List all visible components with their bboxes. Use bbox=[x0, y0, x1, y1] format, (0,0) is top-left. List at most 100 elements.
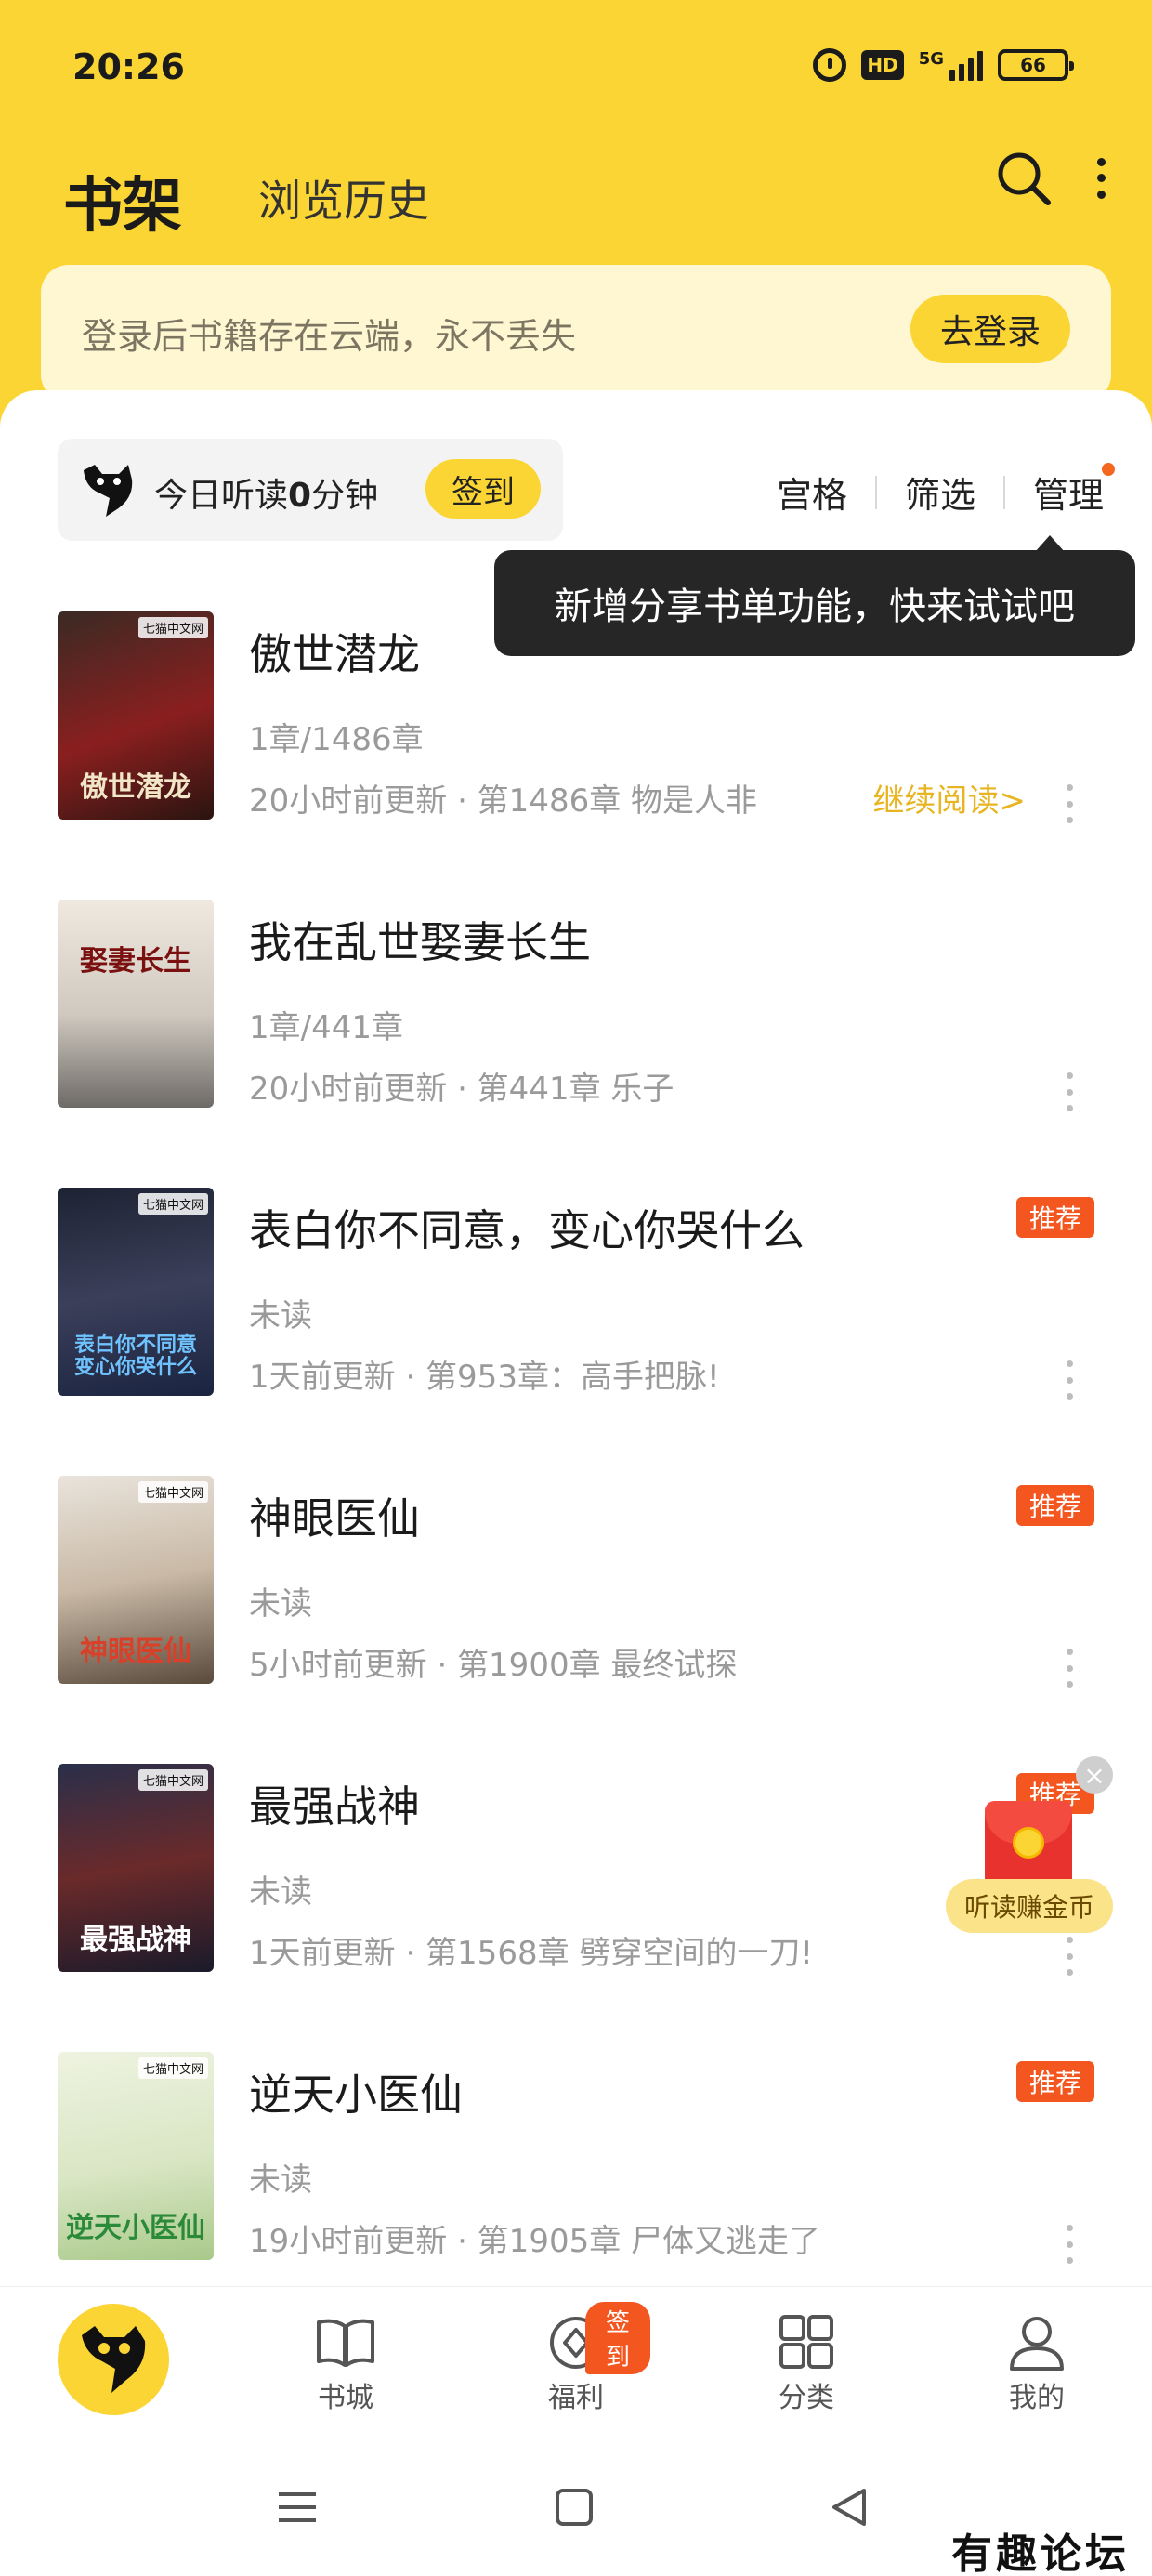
book-progress: 未读 bbox=[249, 1585, 312, 1623]
cover-brand: 七猫中文网 bbox=[137, 617, 208, 638]
book-title[interactable]: 神眼医仙 bbox=[249, 1485, 420, 1546]
cover-title: 逆天小医仙 bbox=[66, 2212, 205, 2244]
book-cover[interactable]: 七猫中文网 逆天小医仙 bbox=[58, 2052, 214, 2260]
book-more-icon[interactable] bbox=[1065, 1360, 1074, 1400]
book-title[interactable]: 傲世潜龙 bbox=[249, 621, 420, 682]
continue-reading-link[interactable]: 继续阅读> bbox=[873, 775, 1027, 821]
listen-today-box: 今日听读0分钟 签到 bbox=[58, 439, 563, 541]
seven-cats-logo-icon bbox=[82, 2326, 146, 2393]
listen-today-text: 今日听读0分钟 bbox=[154, 477, 379, 515]
book-title[interactable]: 我在乱世娶妻长生 bbox=[249, 909, 591, 970]
recommend-badge: 推荐 bbox=[1016, 2061, 1094, 2102]
tab-bookshelf[interactable]: 书架 bbox=[63, 158, 182, 243]
divider bbox=[874, 475, 877, 509]
shelf-toolbar: 宫格 筛选 管理 bbox=[777, 463, 1115, 518]
watermark: 有趣论坛 bbox=[951, 2530, 1130, 2576]
cover-title: 最强战神 bbox=[80, 1924, 191, 1956]
book-update-info: 5小时前更新 · 第1900章 最终试探 bbox=[249, 1647, 738, 1684]
login-banner-text: 登录后书籍存在云端，永不丢失 bbox=[82, 316, 577, 357]
book-more-icon[interactable] bbox=[1065, 1072, 1074, 1111]
book-progress: 未读 bbox=[249, 1297, 312, 1334]
book-item[interactable]: 七猫中文网 神眼医仙 神眼医仙 推荐 未读 5小时前更新 · 第1900章 最终… bbox=[0, 1476, 1152, 1764]
top-header-area: 20:26 HD 5G 66 书架 浏览历史 登录后书籍存在云端，永不丢失 去登… bbox=[0, 0, 1152, 427]
network-type-label: 5G bbox=[918, 49, 944, 69]
nav-mine[interactable]: 我的 bbox=[962, 2315, 1111, 2415]
signal-icon: 5G bbox=[919, 49, 983, 81]
recommend-badge: 推荐 bbox=[1016, 1485, 1094, 1526]
tab-browse-history[interactable]: 浏览历史 bbox=[258, 167, 429, 229]
nav-welfare-label: 福利 bbox=[548, 2382, 604, 2414]
cover-title: 娶妻长生 bbox=[80, 945, 191, 978]
book-progress: 未读 bbox=[249, 2162, 312, 2199]
status-time: 20:26 bbox=[72, 46, 185, 87]
cover-title: 神眼医仙 bbox=[80, 1636, 191, 1668]
status-icons: HD 5G 66 bbox=[813, 48, 1074, 82]
book-cover[interactable]: 七猫中文网 神眼医仙 bbox=[58, 1476, 214, 1684]
nav-bookshelf-home[interactable] bbox=[58, 2304, 169, 2415]
book-more-icon[interactable] bbox=[1065, 1649, 1074, 1688]
book-cover[interactable]: 七猫中文网 最强战神 bbox=[58, 1764, 214, 1972]
recommend-badge: 推荐 bbox=[1016, 1197, 1094, 1238]
app-header: 书架 浏览历史 bbox=[0, 139, 1152, 260]
battery-icon: 66 bbox=[998, 49, 1074, 81]
nav-bookstore[interactable]: 书城 bbox=[271, 2315, 420, 2415]
checkin-badge: 签到 bbox=[585, 2302, 650, 2374]
checkin-button[interactable]: 签到 bbox=[425, 459, 541, 519]
book-title[interactable]: 最强战神 bbox=[249, 1773, 420, 1834]
book-progress: 1章/441章 bbox=[249, 1009, 403, 1046]
cover-title: 傲世潜龙 bbox=[80, 771, 191, 804]
nav-bookstore-label: 书城 bbox=[318, 2382, 373, 2414]
menu-icon[interactable] bbox=[275, 2485, 320, 2530]
hd-icon: HD bbox=[861, 50, 904, 80]
book-title[interactable]: 逆天小医仙 bbox=[249, 2061, 463, 2123]
login-button[interactable]: 去登录 bbox=[910, 295, 1070, 363]
status-bar: 20:26 HD 5G 66 bbox=[0, 0, 1152, 139]
book-update-info: 20小时前更新 · 第441章 乐子 bbox=[249, 1071, 674, 1108]
book-title[interactable]: 表白你不同意，变心你哭什么 bbox=[249, 1197, 805, 1258]
book-progress: 未读 bbox=[249, 1873, 312, 1911]
floating-reward[interactable]: × 听读赚金币 bbox=[946, 1756, 1113, 1952]
nav-mine-label: 我的 bbox=[1009, 2382, 1065, 2414]
notification-dot bbox=[1102, 463, 1115, 476]
nav-category-label: 分类 bbox=[779, 2382, 834, 2414]
book-item[interactable]: 七猫中文网 傲世潜龙 傲世潜龙 1章/1486章 20小时前更新 · 第1486… bbox=[0, 611, 1152, 900]
battery-level: 66 bbox=[1020, 54, 1046, 76]
close-icon[interactable]: × bbox=[1076, 1756, 1113, 1794]
book-update-info: 1天前更新 · 第1568章 劈穿空间的一刀! bbox=[249, 1935, 814, 1972]
cover-title: 表白你不同意 变心你哭什么 bbox=[73, 1333, 197, 1379]
book-cover[interactable]: 七猫中文网 傲世潜龙 bbox=[58, 611, 214, 820]
filter-button[interactable]: 筛选 bbox=[905, 467, 975, 518]
divider bbox=[1002, 475, 1005, 509]
login-banner: 登录后书籍存在云端，永不丢失 去登录 bbox=[41, 265, 1111, 402]
book-progress: 1章/1486章 bbox=[249, 721, 424, 758]
book-more-icon[interactable] bbox=[1065, 784, 1074, 823]
book-update-info: 20小时前更新 · 第1486章 物是人非 bbox=[249, 782, 758, 820]
manage-button[interactable]: 管理 bbox=[1033, 463, 1115, 518]
user-icon bbox=[1010, 2317, 1064, 2371]
grid-view-button[interactable]: 宫格 bbox=[777, 467, 847, 518]
back-icon[interactable] bbox=[827, 2485, 871, 2530]
book-cover[interactable]: 七猫中文网 表白你不同意 变心你哭什么 bbox=[58, 1188, 214, 1396]
book-more-icon[interactable] bbox=[1065, 2225, 1074, 2264]
bottom-navigation: 书城 签到 福利 分类 我的 bbox=[0, 2286, 1152, 2444]
cover-brand: 七猫中文网 bbox=[137, 1193, 208, 1215]
book-update-info: 1天前更新 · 第953章：高手把脉! bbox=[249, 1359, 720, 1396]
home-icon[interactable] bbox=[552, 2485, 596, 2530]
grid-icon bbox=[779, 2315, 833, 2369]
nav-category[interactable]: 分类 bbox=[732, 2315, 881, 2415]
nav-welfare[interactable]: 签到 福利 bbox=[502, 2302, 650, 2415]
listen-earn-coins-label[interactable]: 听读赚金币 bbox=[946, 1879, 1113, 1933]
book-update-info: 19小时前更新 · 第1905章 尸体又逃走了 bbox=[249, 2223, 821, 2260]
search-icon[interactable] bbox=[994, 149, 1054, 208]
cover-brand: 七猫中文网 bbox=[137, 1481, 208, 1503]
book-item[interactable]: 娶妻长生 我在乱世娶妻长生 1章/441章 20小时前更新 · 第441章 乐子 bbox=[0, 900, 1152, 1188]
alarm-icon bbox=[813, 48, 847, 82]
book-cover[interactable]: 娶妻长生 bbox=[58, 900, 214, 1108]
book-open-icon bbox=[317, 2319, 374, 2367]
cover-brand: 七猫中文网 bbox=[137, 2057, 208, 2079]
cover-brand: 七猫中文网 bbox=[137, 1769, 208, 1791]
book-item[interactable]: 七猫中文网 表白你不同意 变心你哭什么 表白你不同意，变心你哭什么 推荐 未读 … bbox=[0, 1188, 1152, 1476]
listen-minutes: 0 bbox=[288, 477, 312, 515]
more-options-icon[interactable] bbox=[1087, 149, 1115, 208]
seven-cats-logo-icon bbox=[84, 465, 133, 517]
